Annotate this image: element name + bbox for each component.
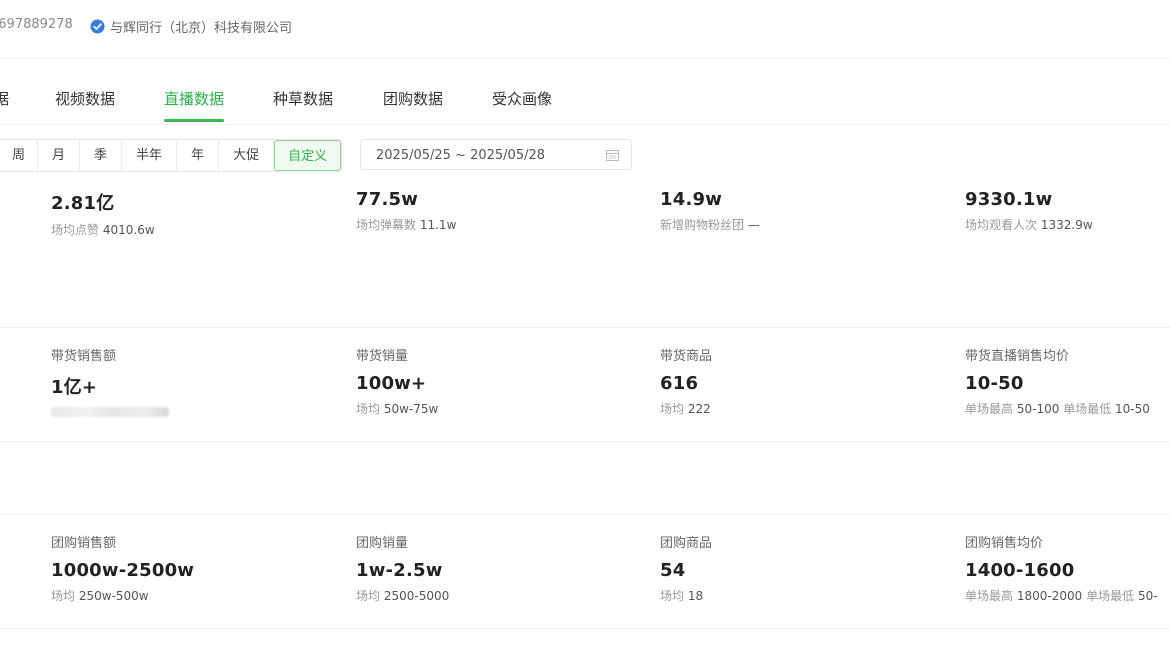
metric-sub-value: 18	[687, 589, 704, 603]
metric-groupbuy-volume: 团购销量 1w-2.5w 场均 2500-5000	[356, 532, 449, 604]
metric-sub-value: 4010.6w	[102, 223, 155, 237]
metric-sub-value: 222	[687, 402, 711, 416]
period-promotion[interactable]: 大促	[219, 140, 275, 171]
section-divider	[0, 514, 1170, 515]
metric-value: 54	[660, 560, 686, 581]
period-month[interactable]: 月	[38, 140, 81, 171]
metric-sub-value: 250w-500w	[78, 589, 149, 603]
metric-sub-value: 11.1w	[419, 218, 457, 232]
metric-sub-label: 场均	[51, 589, 76, 603]
period-half-year[interactable]: 半年	[122, 140, 178, 171]
period-quarter[interactable]: 季	[80, 140, 123, 171]
period-year[interactable]: 年	[177, 140, 220, 171]
metric-value: 1亿+	[51, 377, 98, 398]
metric-danmaku: 77.5w 场均弹幕数 11.1w	[356, 189, 456, 233]
period-filters: 周 月 季 半年 年 大促 自定义 2025/05/25 ~ 2025/05/2…	[0, 139, 632, 172]
metric-label: 团购销售均价	[965, 536, 1044, 551]
metric-label: 带货商品	[660, 349, 713, 364]
metric-sub-label: 场均弹幕数	[356, 218, 417, 232]
metric-sub-label: 场均点赞	[51, 223, 100, 237]
period-selector: 周 月 季 半年 年 大促 自定义	[0, 139, 343, 172]
tab-live-data[interactable]: 直播数据	[164, 88, 225, 122]
metric-sub-label: 单场最高	[965, 589, 1014, 603]
metric-value: 10-50	[965, 373, 1024, 394]
metric-value: 14.9w	[660, 189, 723, 210]
metric-sub-label: 单场最高	[965, 402, 1014, 416]
data-tabs: 据 视频数据 直播数据 种草数据 团购数据 受众画像	[0, 62, 1170, 125]
metric-label: 团购商品	[660, 536, 713, 551]
metric-value: 9330.1w	[965, 189, 1053, 210]
metric-sub-label-2: 单场最低	[1063, 402, 1112, 416]
metric-viewers: 9330.1w 场均观看人次 1332.9w	[965, 189, 1093, 233]
tab-seeding-data[interactable]: 种草数据	[273, 88, 333, 109]
metric-sub-label: 场均	[660, 589, 685, 603]
metric-value: 1000w-2500w	[51, 560, 195, 581]
metric-avg-price: 带货直播销售均价 10-50 单场最高 50-100 单场最低 10-50	[965, 345, 1150, 417]
tab-audience-profile[interactable]: 受众画像	[492, 88, 552, 109]
metric-sub-value: —	[747, 218, 760, 232]
metric-sub-label: 场均观看人次	[965, 218, 1038, 232]
metric-sub-value: 50-100	[1016, 402, 1060, 416]
date-range-picker[interactable]: 2025/05/25 ~ 2025/05/28	[360, 139, 632, 170]
tab-video-data[interactable]: 视频数据	[55, 88, 115, 109]
metric-sales-volume: 带货销量 100w+ 场均 50w-75w	[356, 345, 438, 417]
profile-header: 6697889278 与辉同行（北京）科技有限公司	[0, 0, 1170, 59]
metric-value: 77.5w	[356, 189, 419, 210]
date-range-value: 2025/05/25 ~ 2025/05/28	[376, 148, 546, 163]
metric-sub-label-2: 单场最低	[1086, 589, 1135, 603]
period-custom[interactable]: 自定义	[274, 140, 342, 171]
metric-value: 616	[660, 373, 699, 394]
metric-label: 团购销售额	[51, 536, 117, 551]
user-id: 6697889278	[0, 17, 73, 32]
period-week[interactable]: 周	[0, 140, 39, 171]
section-divider	[0, 327, 1170, 328]
metric-sub-label: 场均	[356, 589, 381, 603]
section-divider	[0, 628, 1170, 629]
metric-value: 2.81亿	[51, 193, 115, 214]
company-verification: 与辉同行（北京）科技有限公司	[90, 17, 292, 36]
metric-groupbuy-avg-price: 团购销售均价 1400-1600 单场最高 1800-2000 单场最低 50-	[965, 532, 1170, 604]
blurred-text	[51, 407, 169, 417]
metric-label: 带货销售额	[51, 349, 117, 364]
metric-sub-value-2: 50-	[1137, 589, 1158, 603]
metric-products: 带货商品 616 场均 222	[660, 345, 712, 417]
metric-sub-label: 场均	[660, 402, 685, 416]
metric-sub-value-2: 10-50	[1115, 402, 1150, 416]
calendar-icon[interactable]	[606, 149, 619, 161]
metric-sales-amount: 带货销售额 1亿+	[51, 345, 169, 417]
metric-sub-label: 场均	[356, 402, 381, 416]
metric-value: 1400-1600	[965, 560, 1075, 581]
metric-sub-label: 新增购物粉丝团	[660, 218, 745, 232]
metric-value: 100w+	[356, 373, 427, 394]
metric-likes: 2.81亿 场均点赞 4010.6w	[51, 189, 155, 238]
metric-fan-club: 14.9w 新增购物粉丝团 —	[660, 189, 760, 233]
metric-groupbuy-products: 团购商品 54 场均 18	[660, 532, 712, 604]
metric-sub-value: 50w-75w	[383, 402, 439, 416]
company-name: 与辉同行（北京）科技有限公司	[110, 21, 293, 36]
metric-label: 带货直播销售均价	[965, 349, 1070, 364]
tab-partial[interactable]: 据	[0, 88, 9, 109]
metric-label: 带货销量	[356, 349, 409, 364]
metric-value: 1w-2.5w	[356, 560, 443, 581]
section-divider	[0, 441, 1170, 442]
metric-sub-value: 1800-2000	[1016, 589, 1083, 603]
metric-groupbuy-amount: 团购销售额 1000w-2500w 场均 250w-500w	[51, 532, 194, 604]
metric-sub-value: 1332.9w	[1040, 218, 1093, 232]
metric-sub-value: 2500-5000	[383, 589, 450, 603]
check-circle-icon	[90, 19, 105, 34]
metric-label: 团购销量	[356, 536, 409, 551]
tab-groupbuy-data[interactable]: 团购数据	[383, 88, 443, 109]
